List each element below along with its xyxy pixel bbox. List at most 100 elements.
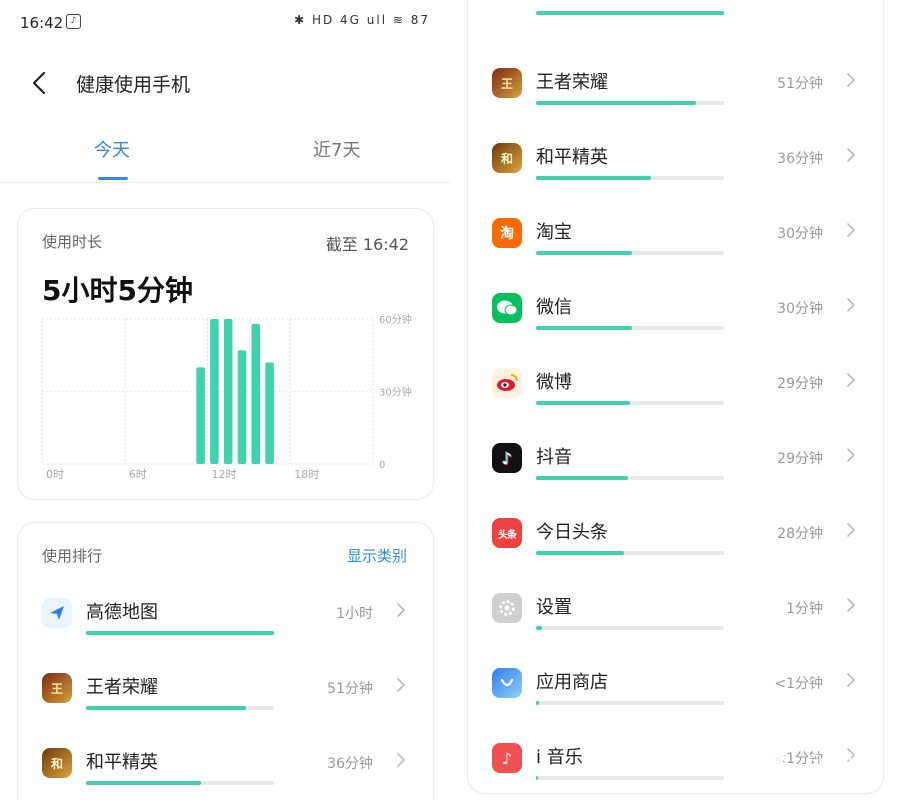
app-name: i 音乐 [536,747,583,768]
list-item-partial[interactable] [468,0,883,56]
status-time: 16:42 [20,14,64,32]
app-duration: 28分钟 [777,526,823,542]
app-name: 和平精英 [536,147,608,168]
y-tick-label: 60分钟 [379,313,412,326]
list-item[interactable]: 微博 29分钟 [468,356,883,431]
usage-as-of: 截至 16:42 [325,235,409,254]
chevron-right-icon [847,523,855,537]
app-duration: 36分钟 [777,151,823,167]
app-duration: 51分钟 [327,681,373,697]
ranking-card-continued: 王王者荣耀 51分钟和和平精英 36分钟淘淘宝 30分钟 微信 30分钟 微博 29分钟 ♪ 抖音… [467,0,884,794]
page-title: 健康使用手机 [76,74,191,96]
usage-bar-fill [536,401,630,405]
usage-bar [536,476,724,480]
usage-bar [536,701,724,705]
peace-elite-icon: 和 [492,143,522,173]
right-screen: 王王者荣耀 51分钟和和平精英 36分钟淘淘宝 30分钟 微信 30分钟 微博 29分钟 ♪ 抖音… [450,0,900,800]
usage-bar [536,251,724,255]
chevron-right-icon [847,73,855,87]
usage-bar-fill [536,476,629,480]
list-item[interactable]: 和和平精英 36分钟 [18,736,433,800]
chevron-right-icon [847,373,855,387]
usage-bar [86,781,274,785]
honor-of-kings-icon: 王 [492,68,522,98]
x-tick-label: 18时 [294,468,319,481]
app-duration: 1小时 [336,606,373,622]
status-bar: 16:42 ♪ ✱ HD 4G ull ≋ 87 [0,0,450,46]
app-name: 应用商店 [536,672,608,693]
chevron-right-icon [847,598,855,612]
chevron-right-icon [847,148,855,162]
app-name: 今日头条 [536,522,608,543]
app-name: 王者荣耀 [536,72,608,93]
usage-chart: 0时 6时 12时 18时 60分钟 30分钟 0 [41,313,412,481]
back-arrow-icon[interactable] [28,70,50,96]
chevron-right-icon [847,223,855,237]
usage-bar-fill [536,776,539,780]
list-item[interactable]: 设置 1分钟 [468,581,883,656]
app-duration: 1分钟 [786,601,823,617]
chart-bar [251,323,261,464]
chart-bar [223,319,233,464]
chevron-right-icon [847,448,855,462]
chart-bar [210,319,219,464]
x-tick-label: 12时 [212,468,237,481]
list-item[interactable]: 和和平精英 36分钟 [468,131,883,206]
weibo-icon [492,368,522,398]
y-tick-label: 30分钟 [379,386,412,399]
douyin-icon: ♪ [492,443,522,473]
chart-bar [237,350,247,464]
toutiao-icon: 头条 [492,518,522,548]
app-name: 王者荣耀 [86,677,158,698]
chevron-right-icon [397,678,405,692]
chevron-right-icon [847,673,855,687]
taobao-icon: 淘 [492,218,522,248]
usage-bar-fill [86,631,274,635]
chevron-right-icon [397,753,405,767]
left-screen: 16:42 ♪ ✱ HD 4G ull ≋ 87 健康使用手机 今天 近7天 使… [0,0,450,800]
list-item[interactable]: 应用商店 <1分钟 [468,656,883,731]
usage-total: 5小时5分钟 [42,274,193,307]
usage-bar [536,176,724,180]
list-item[interactable]: 高德地图 1小时 [18,586,433,661]
tab-today[interactable]: 今天 [94,136,130,162]
usage-bar-fill [86,781,201,785]
app-duration: 36分钟 [327,756,373,772]
usage-bar-fill [536,176,651,180]
list-item[interactable]: 微信 30分钟 [468,281,883,356]
usage-bar-fill [86,706,246,710]
usage-bar-fill [536,701,539,705]
amap-icon [42,598,72,628]
app-duration: 30分钟 [777,301,823,317]
settings-icon [492,593,522,623]
show-category-link[interactable]: 显示类别 [347,545,407,566]
ranking-label: 使用排行 [42,547,103,565]
tab-last-7-days[interactable]: 近7天 [313,136,360,162]
usage-bar [536,101,724,105]
usage-bar-fill [536,251,632,255]
usage-bar [86,706,274,710]
usage-bar-fill [536,626,542,630]
app-duration: 29分钟 [777,451,823,467]
list-item[interactable]: 淘淘宝 30分钟 [468,206,883,281]
list-item[interactable]: ♪ 抖音 29分钟 [468,431,883,506]
y-tick-label: 0 [379,460,385,471]
status-icons: ✱ HD 4G ull ≋ 87 [294,13,430,27]
watermark: T 钛媒体 [766,738,886,788]
list-item[interactable]: 王王者荣耀 51分钟 [18,661,433,736]
tab-indicator [98,177,128,180]
usage-bar [536,776,724,780]
app-duration: 51分钟 [777,76,823,92]
watermark-text: 钛媒体 [810,752,877,777]
watermark-logo-icon: T [766,738,794,784]
usage-bar-fill [536,551,625,555]
app-name: 抖音 [536,447,572,468]
app-duration: 29分钟 [777,376,823,392]
usage-label: 使用时长 [42,233,103,251]
top-bar: 健康使用手机 [0,56,450,108]
usage-bar-fill [536,101,696,105]
app-name: 设置 [536,597,572,618]
app-name: 和平精英 [86,752,158,773]
list-item[interactable]: 头条 今日头条 28分钟 [468,506,883,581]
list-item[interactable]: 王王者荣耀 51分钟 [468,56,883,131]
